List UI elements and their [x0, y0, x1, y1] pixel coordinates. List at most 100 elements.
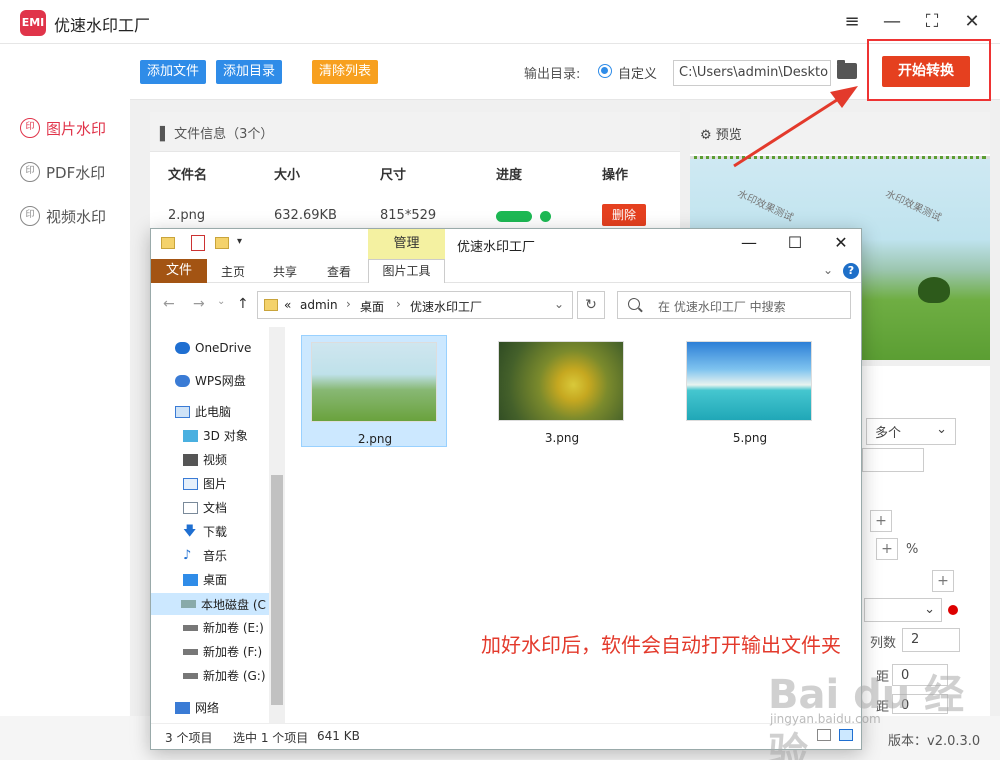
nav-this-pc[interactable]: 此电脑 — [175, 403, 231, 420]
dropdown-select[interactable]: ⌄ — [864, 598, 942, 622]
preview-title: 预览 — [715, 128, 742, 143]
drive-icon — [183, 648, 198, 655]
breadcrumb-desktop[interactable]: 桌面 — [360, 298, 384, 315]
up-arrow-icon[interactable]: ↑ — [237, 296, 249, 312]
nav-desktop[interactable]: 桌面 — [183, 571, 227, 588]
text-field[interactable] — [862, 448, 924, 472]
help-icon[interactable]: ? — [843, 263, 859, 279]
file-name: 5.png — [732, 431, 768, 445]
file-thumbnail[interactable]: 2.png — [301, 335, 447, 447]
nav-downloads[interactable]: 🡇 下载 — [183, 523, 227, 540]
nav-videos[interactable]: 视频 — [183, 451, 227, 468]
sidebar-item-pdf-watermark[interactable]: 印 PDF水印 — [20, 160, 105, 184]
file-thumbnail[interactable]: 5.png — [677, 335, 823, 447]
nav-label: 新加卷 (E:) — [203, 621, 264, 635]
address-row: ← → ⌄ ↑ « admin › 桌面 › 优速水印工厂 ⌄ ↻ 在 优速水印… — [151, 283, 861, 327]
add-file-button[interactable]: 添加文件 — [140, 60, 207, 84]
plus-button[interactable]: + — [870, 510, 892, 532]
nav-drive-g[interactable]: 新加卷 (G:) — [183, 667, 266, 684]
sidebar-item-video-watermark[interactable]: 印 视频水印 — [20, 204, 106, 228]
nav-onedrive[interactable]: OneDrive — [175, 341, 251, 355]
nav-drive-e[interactable]: 新加卷 (E:) — [183, 619, 264, 636]
tab-picture-tools[interactable]: 图片工具 — [368, 259, 445, 283]
clear-list-button[interactable]: 清除列表 — [312, 60, 379, 84]
minimize-icon[interactable]: — — [739, 233, 759, 253]
scrollbar-thumb[interactable] — [271, 475, 283, 705]
properties-icon[interactable] — [191, 235, 205, 251]
maximize-icon[interactable]: ☐ — [785, 233, 805, 253]
picture-icon — [183, 477, 198, 490]
delete-button[interactable]: 删除 — [602, 204, 646, 226]
sidebar-item-label: 图片水印 — [46, 119, 107, 138]
folder-icon — [264, 299, 278, 311]
disk-icon — [181, 600, 196, 608]
custom-output-label: 自定义 — [618, 67, 658, 82]
nav-documents[interactable]: 文档 — [183, 499, 227, 516]
column-header: 操作 — [602, 168, 629, 183]
plus-button[interactable]: + — [876, 538, 898, 560]
tab-view[interactable]: 查看 — [327, 263, 351, 280]
file-name: 2.png — [357, 432, 393, 446]
nav-wps-drive[interactable]: WPS网盘 — [175, 372, 246, 389]
menu-icon[interactable]: ≡ — [840, 10, 864, 34]
columns-input[interactable]: 2 — [902, 628, 960, 652]
folder-icon[interactable] — [837, 60, 857, 79]
annotation-text: 加好水印后，软件会自动打开输出文件夹 — [481, 633, 841, 657]
custom-output-radio[interactable] — [598, 64, 612, 78]
file-thumbnail[interactable]: 3.png — [489, 335, 635, 447]
image-watermark-icon: 印 — [20, 118, 40, 138]
chevron-right-icon: › — [396, 297, 401, 311]
sidebar-item-image-watermark[interactable]: 印 图片水印 — [20, 116, 106, 140]
video-watermark-icon: 印 — [20, 206, 40, 226]
app-titlebar: EMI 优速水印工厂 ≡ — ⛶ ✕ — [0, 0, 1000, 44]
breadcrumb-admin[interactable]: admin — [300, 298, 338, 312]
chevron-down-icon[interactable]: ▾ — [237, 236, 242, 247]
nav-3d-objects[interactable]: 3D 对象 — [183, 427, 248, 444]
document-icon — [183, 501, 198, 514]
count-select[interactable]: 多个 ⌄ — [866, 418, 956, 445]
close-icon[interactable]: ✕ — [831, 233, 851, 253]
thumbnail-image — [686, 341, 812, 421]
search-input[interactable]: 在 优速水印工厂 中搜索 — [617, 291, 851, 319]
nav-network[interactable]: 网络 — [175, 699, 219, 716]
tab-share[interactable]: 共享 — [273, 263, 297, 280]
chevron-down-icon: ⌄ — [924, 602, 935, 617]
minimize-icon[interactable]: — — [880, 10, 904, 34]
nav-local-disk-c[interactable]: 本地磁盘 (C — [151, 593, 269, 615]
address-bar[interactable]: « admin › 桌面 › 优速水印工厂 ⌄ — [257, 291, 573, 319]
chevron-down-icon[interactable]: ⌄ — [217, 296, 225, 307]
new-folder-icon[interactable] — [215, 237, 229, 249]
plus-button[interactable]: + — [932, 570, 954, 592]
nav-pictures[interactable]: 图片 — [183, 475, 227, 492]
file-dims-cell: 815*529 — [380, 208, 437, 223]
nav-label: 此电脑 — [195, 405, 232, 419]
close-icon[interactable]: ✕ — [960, 10, 984, 34]
start-convert-button[interactable]: 开始转换 — [882, 56, 970, 87]
nav-label: OneDrive — [195, 341, 252, 355]
tab-home[interactable]: 主页 — [221, 263, 245, 280]
tab-file[interactable]: 文件 — [151, 259, 207, 283]
column-header: 文件名 — [168, 168, 208, 183]
chevron-down-icon[interactable]: ⌄ — [554, 297, 564, 311]
nav-label: 下载 — [203, 525, 228, 539]
breadcrumb-folder[interactable]: 优速水印工厂 — [410, 298, 482, 315]
breadcrumb-overflow[interactable]: « — [284, 298, 291, 312]
chevron-down-icon[interactable]: ⌄ — [823, 263, 833, 277]
nav-music[interactable]: ♪ 音乐 — [183, 547, 227, 564]
pdf-watermark-icon: 印 — [20, 162, 40, 182]
nav-drive-f[interactable]: 新加卷 (F:) — [183, 643, 262, 660]
forward-arrow-icon[interactable]: → — [193, 296, 205, 312]
add-directory-button[interactable]: 添加目录 — [216, 60, 283, 84]
explorer-titlebar: ▾ 管理 优速水印工厂 — ☐ ✕ — [151, 229, 861, 259]
refresh-icon[interactable]: ↻ — [577, 291, 605, 319]
maximize-icon[interactable]: ⛶ — [920, 10, 944, 34]
search-placeholder: 在 优速水印工厂 中搜索 — [658, 300, 786, 314]
back-arrow-icon[interactable]: ← — [163, 296, 175, 312]
chevron-down-icon: ⌄ — [936, 422, 947, 437]
nav-label: 桌面 — [203, 573, 228, 587]
nav-label: 新加卷 (G:) — [203, 669, 266, 683]
tab-manage[interactable]: 管理 — [368, 229, 445, 259]
output-path-field[interactable]: C:\Users\admin\Deskto — [673, 60, 831, 86]
nav-label: 新加卷 (F:) — [203, 645, 263, 659]
music-icon: ♪ — [183, 547, 192, 563]
